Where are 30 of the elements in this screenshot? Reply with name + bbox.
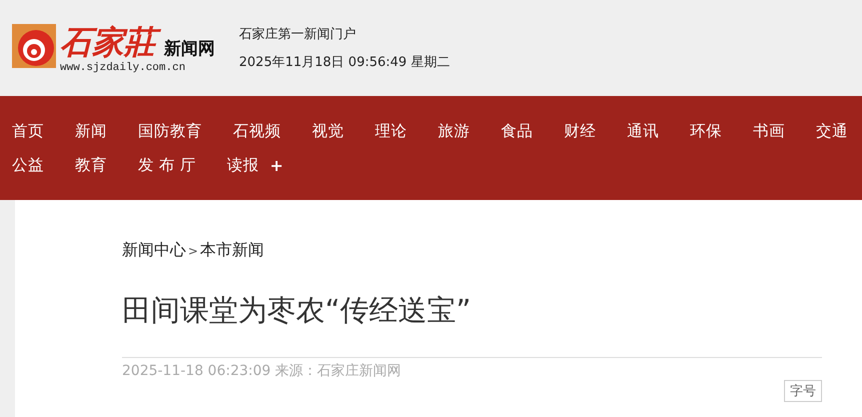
nav-link[interactable]: 食品 bbox=[501, 120, 533, 142]
nav-link[interactable]: 旅游 bbox=[438, 120, 470, 142]
nav-link[interactable]: 视觉 bbox=[312, 120, 344, 142]
nav-link[interactable]: 书画 bbox=[753, 120, 785, 142]
nav-link[interactable]: 读报 bbox=[226, 154, 259, 176]
article-title: 田间课堂为枣农“传经送宝” bbox=[122, 292, 472, 329]
logo-url: www.sjzdaily.com.cn bbox=[60, 62, 186, 74]
nav-link[interactable]: 发 布 厅 bbox=[138, 154, 196, 176]
nav-link[interactable]: 首页 bbox=[12, 120, 44, 142]
site-slogan: 石家庄第一新闻门户 bbox=[239, 26, 357, 43]
breadcrumb-separator: > bbox=[188, 244, 198, 258]
logo-name: 石家莊 bbox=[60, 22, 162, 62]
logo-suffix: 新闻网 bbox=[164, 38, 215, 60]
article-meta: 2025-11-18 06:23:09 来源：石家庄新闻网 bbox=[122, 363, 402, 379]
nav-link[interactable]: 环保 bbox=[690, 120, 722, 142]
more-button[interactable]: + bbox=[270, 156, 284, 174]
nav-link[interactable]: 理论 bbox=[375, 120, 407, 142]
nav-link[interactable]: 通讯 bbox=[627, 120, 659, 142]
breadcrumb-link[interactable]: 新闻中心 bbox=[122, 240, 186, 261]
nav-link[interactable]: 国防教育 bbox=[138, 120, 202, 142]
nav-link[interactable]: 新闻 bbox=[75, 120, 107, 142]
logo-icon bbox=[12, 24, 56, 68]
nav-link[interactable]: 石视频 bbox=[233, 120, 281, 142]
breadcrumb-link[interactable]: 本市新闻 bbox=[200, 240, 264, 261]
nav-link[interactable]: 教育 bbox=[75, 154, 107, 176]
nav-link[interactable]: 公益 bbox=[12, 154, 44, 176]
header-datetime: 2025年11月18日 09:56:49 星期二 bbox=[239, 54, 450, 71]
nav-link[interactable]: 财经 bbox=[564, 120, 596, 142]
font-size-button[interactable]: 字号 bbox=[784, 380, 822, 402]
nav-link[interactable]: 交通 bbox=[816, 120, 848, 142]
